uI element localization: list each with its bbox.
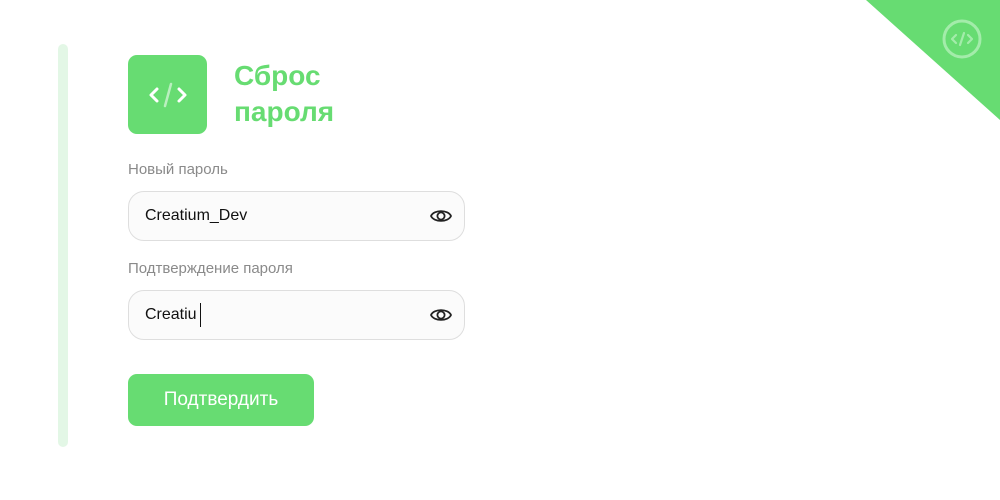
text-cursor	[199, 303, 202, 327]
logo-tile	[128, 55, 207, 134]
eye-icon	[430, 210, 452, 222]
reset-password-page: Сброс пароля Новый пароль Creatium_Dev П…	[0, 0, 1000, 500]
confirm-password-label: Подтверждение пароля	[128, 260, 293, 277]
confirm-password-value: Creatiu	[145, 306, 197, 323]
eye-icon	[430, 309, 452, 321]
code-icon	[149, 82, 186, 107]
left-accent-bar	[58, 44, 68, 447]
new-password-field[interactable]: Creatium_Dev	[128, 191, 465, 241]
confirm-password-input[interactable]: Creatiu	[145, 303, 428, 327]
confirm-password-field[interactable]: Creatiu	[128, 290, 465, 340]
new-password-value[interactable]: Creatium_Dev	[145, 207, 428, 225]
submit-button[interactable]: Подтвердить	[128, 374, 314, 426]
corner-decoration	[866, 0, 1000, 120]
new-password-label: Новый пароль	[128, 161, 228, 178]
page-title-line-1: Сброс	[234, 60, 321, 91]
show-confirm-password-button[interactable]	[428, 302, 454, 328]
page-title: Сброс пароля	[234, 58, 414, 130]
show-new-password-button[interactable]	[428, 203, 454, 229]
page-title-line-2: пароля	[234, 96, 335, 127]
